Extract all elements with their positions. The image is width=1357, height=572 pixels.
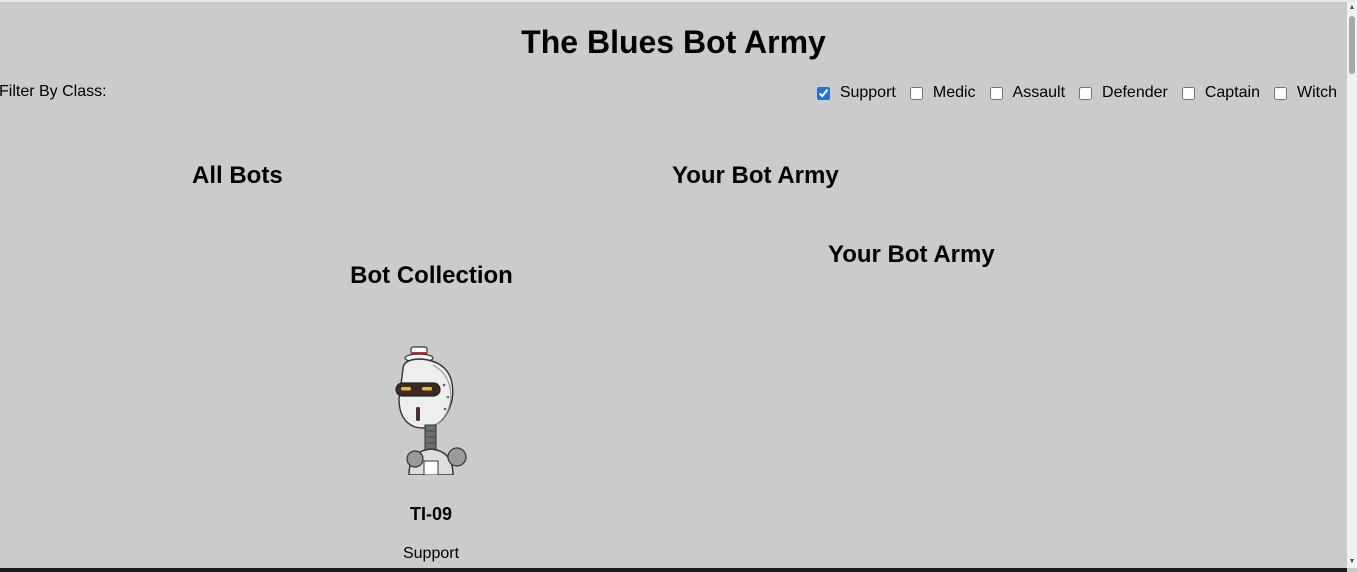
- filter-option-label: Assault: [1012, 84, 1066, 101]
- filter-option-defender[interactable]: Defender: [1079, 84, 1168, 102]
- filter-option-witch[interactable]: Witch: [1274, 84, 1337, 102]
- filter-option-medic[interactable]: Medic: [909, 84, 976, 102]
- filter-checkbox-witch[interactable]: [1274, 86, 1287, 100]
- bottom-border: [0, 568, 1347, 572]
- your-bot-army-panel-heading: Your Bot Army: [828, 241, 995, 268]
- robot-avatar-icon: [395, 346, 467, 475]
- filter-option-label: Support: [839, 84, 896, 101]
- scroll-up-arrow-icon[interactable]: ▲: [1347, 2, 1357, 14]
- bot-card[interactable]: TI-09 Support: [351, 345, 511, 563]
- filter-option-label: Defender: [1102, 84, 1168, 101]
- bot-collection-heading: Bot Collection: [350, 262, 513, 289]
- top-border: [0, 0, 1357, 2]
- filter-checkbox-support[interactable]: [816, 86, 830, 100]
- filter-checkbox-captain[interactable]: [1181, 86, 1195, 100]
- all-bots-heading: All Bots: [192, 162, 283, 189]
- scroll-down-arrow-icon[interactable]: ▼: [1347, 556, 1357, 568]
- scroll-thumb[interactable]: [1349, 16, 1355, 74]
- filter-checkbox-assault[interactable]: [989, 86, 1003, 100]
- filter-label: Filter By Class:: [0, 83, 107, 100]
- page-title: The Blues Bot Army: [521, 24, 826, 60]
- filter-option-label: Medic: [932, 84, 976, 101]
- filter-option-label: Witch: [1297, 84, 1337, 101]
- class-filter-group: Support Medic Assault Defender Captain W…: [816, 84, 1337, 102]
- filter-option-assault[interactable]: Assault: [989, 84, 1066, 102]
- filter-option-captain[interactable]: Captain: [1181, 84, 1260, 102]
- vertical-scrollbar[interactable]: ▲ ▼: [1347, 2, 1357, 568]
- filter-option-label: Captain: [1204, 84, 1260, 101]
- bot-name: TI-09: [409, 504, 452, 524]
- filter-checkbox-defender[interactable]: [1079, 86, 1093, 100]
- filter-option-support[interactable]: Support: [816, 84, 896, 102]
- filter-checkbox-medic[interactable]: [909, 86, 923, 100]
- bot-class: Support: [402, 545, 460, 562]
- your-bot-army-heading: Your Bot Army: [672, 162, 839, 189]
